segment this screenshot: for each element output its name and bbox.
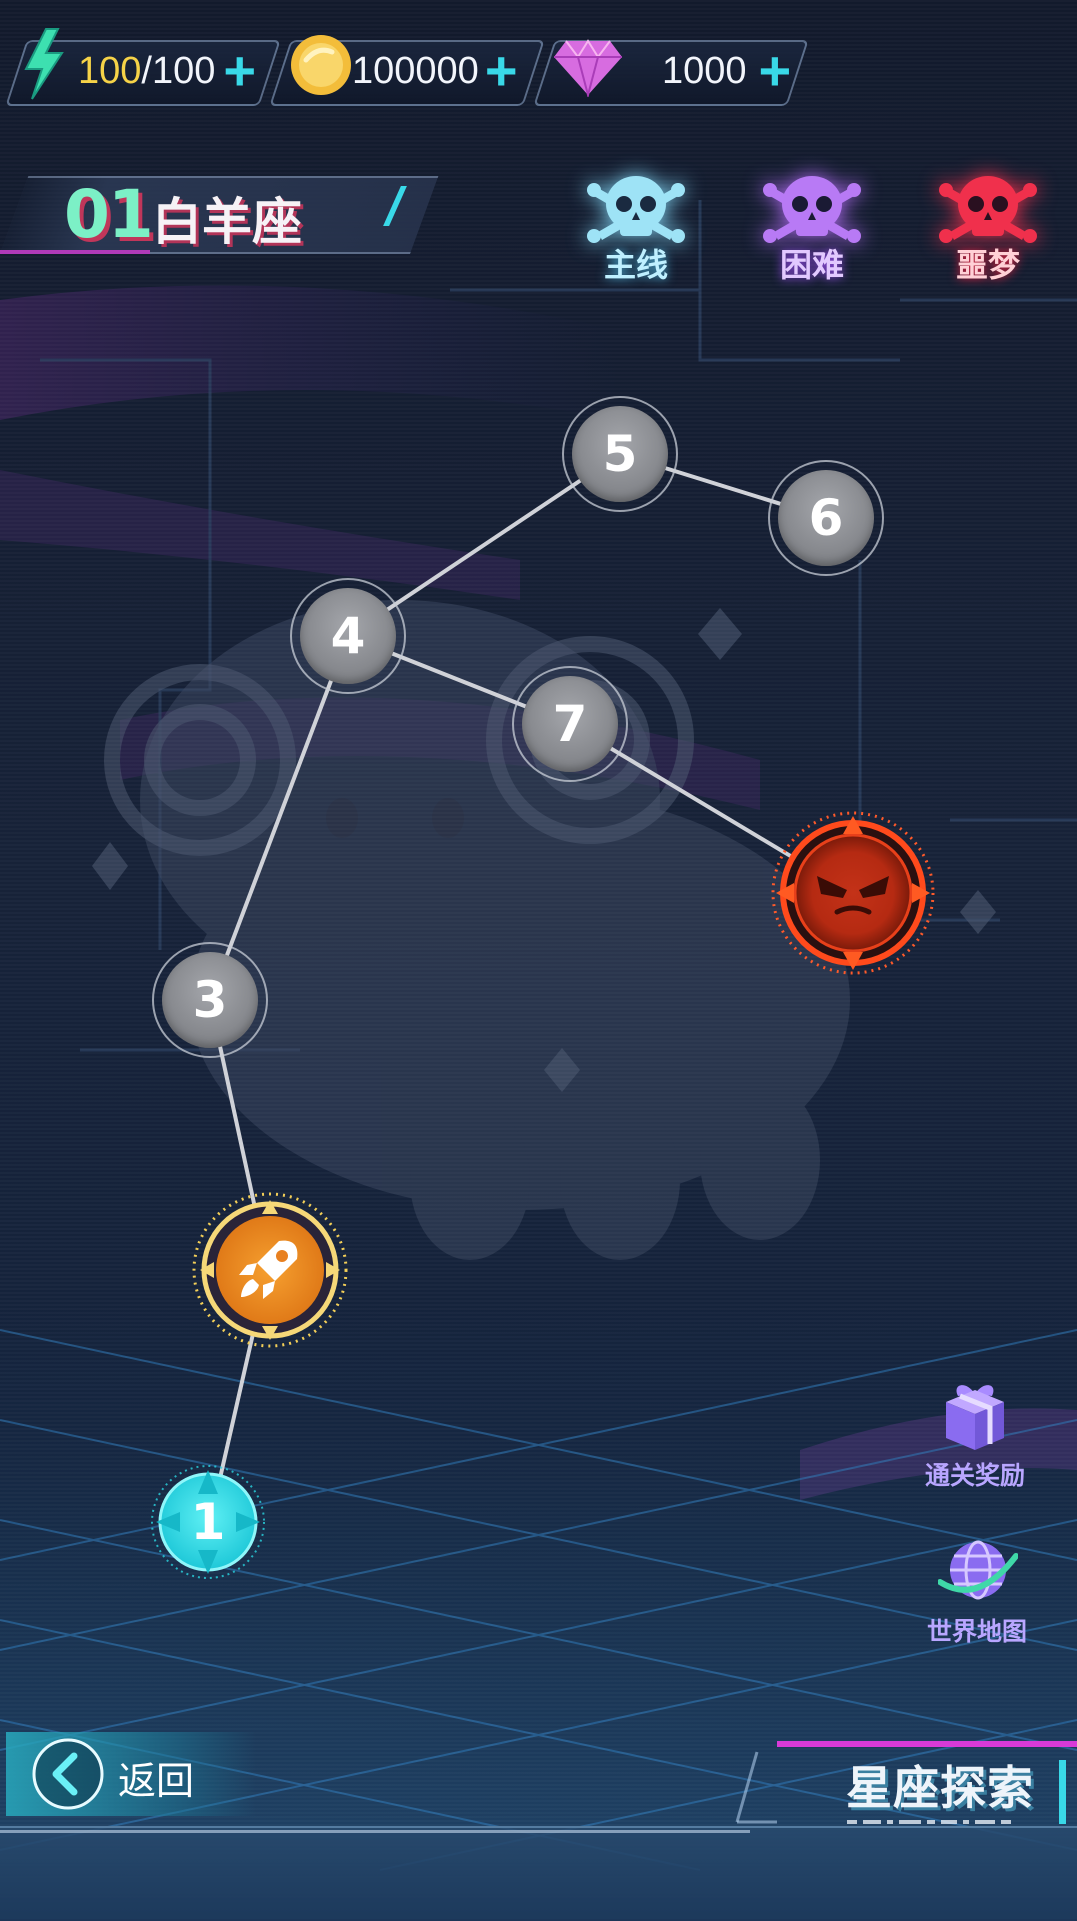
level-node-2[interactable]	[192, 1192, 348, 1348]
level-node-5[interactable]: 5	[562, 396, 678, 512]
tab-hard[interactable]: 困难	[752, 170, 872, 290]
tab-nightmare[interactable]: 噩梦	[928, 170, 1048, 290]
energy-max: 100	[151, 49, 216, 92]
gem-icon	[554, 39, 622, 97]
coin-value: 100000	[352, 49, 479, 92]
stage-name: 白羊座	[152, 193, 302, 251]
energy-separator: /	[141, 49, 152, 92]
world-map-button[interactable]: 世界地图	[912, 1536, 1042, 1648]
level-node-6[interactable]: 6	[768, 460, 884, 576]
level-number: 6	[808, 489, 844, 547]
level-number: 7	[552, 695, 588, 753]
bottom-bar-divider	[0, 1830, 750, 1833]
level-node-4[interactable]: 4	[290, 578, 406, 694]
back-arrow-icon	[32, 1738, 104, 1810]
coin-display: 100000 +	[288, 35, 538, 102]
add-gems-button[interactable]: +	[759, 43, 792, 99]
angry-face-icon	[817, 876, 889, 915]
gem-display: 1000 +	[552, 39, 802, 102]
energy-display: 100/100 +	[14, 28, 272, 102]
skull-crossbones-icon	[587, 176, 685, 243]
add-coins-button[interactable]: +	[485, 43, 518, 99]
tab-hard-label: 困难	[779, 246, 844, 284]
rocket-icon	[239, 1240, 298, 1299]
lightning-icon	[24, 28, 64, 100]
tab-main[interactable]: 主线	[576, 170, 696, 290]
add-energy-button[interactable]: +	[223, 43, 256, 99]
clear-rewards-label: 通关奖励	[924, 1461, 1025, 1490]
level-number: 4	[330, 607, 366, 665]
back-label: 返回	[118, 1759, 195, 1803]
world-map-label: 世界地图	[926, 1617, 1027, 1646]
clear-rewards-button[interactable]: 通关奖励	[910, 1380, 1040, 1492]
tab-nightmare-label: 噩梦	[955, 246, 1020, 284]
skull-crossbones-icon	[939, 176, 1037, 243]
gem-value: 1000	[662, 49, 747, 92]
gift-icon	[946, 1385, 1004, 1450]
level-node-3[interactable]: 3	[152, 942, 268, 1058]
tab-main-label: 主线	[603, 246, 668, 284]
stage-number: 01	[64, 176, 154, 253]
globe-icon	[938, 1540, 1018, 1600]
level-number: 3	[192, 971, 228, 1029]
level-node-7[interactable]: 7	[512, 666, 628, 782]
level-number: 5	[602, 425, 638, 483]
level-node-boss[interactable]	[770, 810, 936, 976]
skull-crossbones-icon	[763, 176, 861, 243]
energy-current: 100	[78, 49, 142, 92]
level-node-1[interactable]: 1	[150, 1464, 266, 1580]
level-number: 1	[190, 1493, 226, 1551]
mode-title: 星座探索	[846, 1761, 1034, 1815]
coin-icon	[291, 35, 351, 95]
